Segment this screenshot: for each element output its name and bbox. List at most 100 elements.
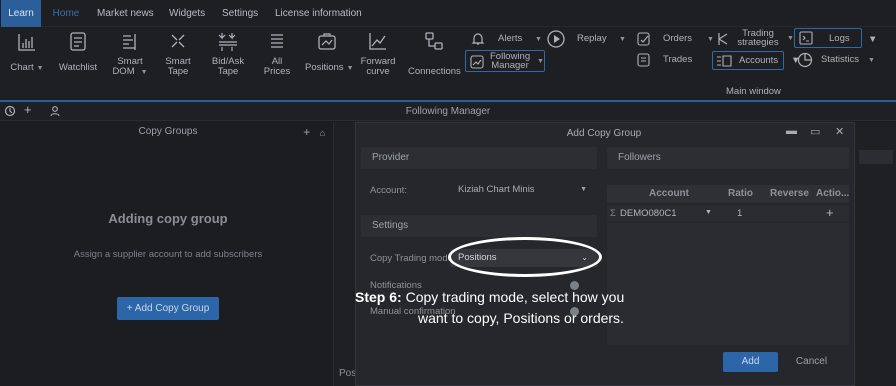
chart-icon — [18, 34, 35, 51]
tape-icon — [171, 34, 185, 48]
following-manager-button[interactable]: Following Manager ▼ — [465, 50, 545, 72]
column-actions[interactable]: Actio... — [816, 188, 849, 199]
panel-splitter[interactable] — [333, 122, 355, 386]
add-copy-group-dialog: Add Copy Group ▬ ▭ ✕ Provider Account: K… — [355, 122, 855, 386]
trades-icon — [637, 53, 650, 67]
list-icon — [271, 34, 283, 48]
connections-icon — [425, 32, 443, 50]
panel-toolbar: + Following Manager — [0, 102, 896, 121]
menu-home[interactable]: Home — [44, 0, 88, 27]
chevron-down-icon: ▼ — [346, 65, 354, 72]
close-icon[interactable]: ✕ — [835, 125, 844, 138]
column-account[interactable]: Account — [649, 188, 689, 199]
trades-button[interactable]: Trades — [636, 52, 706, 70]
smart-dom-button[interactable]: Smart DOM ▼ — [109, 27, 151, 78]
maximize-icon[interactable]: ▭ — [810, 125, 820, 138]
chevron-down-icon: ▼ — [787, 35, 794, 42]
tutorial-annotation: Step 6: Copy trading mode, select how yo… — [355, 287, 624, 329]
bell-icon — [471, 33, 485, 45]
watchlist-label: Watchlist — [58, 62, 98, 73]
accounts-icon — [717, 55, 732, 67]
column-reverse[interactable]: Reverse — [770, 188, 809, 199]
menu-license-information[interactable]: License information — [275, 0, 362, 27]
add-button[interactable]: Add — [723, 352, 778, 372]
connections-label: Connections — [408, 66, 461, 77]
logs-button[interactable]: Logs — [794, 28, 862, 48]
all-prices-button[interactable]: All Prices — [262, 27, 292, 77]
chevron-down-icon: ▼ — [140, 69, 148, 76]
forward-curve-label-2: curve — [366, 66, 390, 77]
main-window-group-label: Main window — [726, 86, 781, 97]
chevron-down-icon[interactable]: ▼ — [868, 35, 877, 45]
following-icon — [470, 55, 484, 69]
follower-ratio[interactable]: 1 — [737, 208, 742, 219]
row-handle-icon: Σ — [610, 208, 616, 219]
trades-label: Trades — [663, 54, 693, 65]
orders-label: Orders — [663, 33, 693, 44]
copy-groups-header: Copy Groups — [138, 126, 198, 137]
accounts-label: Accounts — [739, 55, 779, 66]
logs-icon — [799, 31, 813, 45]
chevron-down-icon: ▼ — [619, 36, 626, 43]
smart-dom-label-2: DOM — [112, 66, 135, 77]
chevron-down-icon: ▼ — [36, 65, 44, 72]
pin-icon[interactable]: ⌂ — [320, 128, 325, 138]
positions-label: Positions — [305, 62, 344, 73]
minimize-icon[interactable]: ▬ — [786, 125, 797, 137]
accounts-button[interactable]: Accounts — [712, 51, 784, 70]
cancel-button[interactable]: Cancel — [784, 352, 839, 372]
all-prices-label-2: Prices — [263, 66, 291, 77]
bid-ask-tape-button[interactable]: Bid/Ask Tape — [208, 27, 248, 77]
account-select[interactable]: Kiziah Chart Minis ▼ — [453, 182, 593, 198]
add-follower-icon[interactable]: + — [826, 205, 834, 220]
chart-label: Chart — [10, 62, 34, 73]
orders-button[interactable]: Orders ▼ — [636, 31, 718, 49]
chevron-down-icon[interactable]: ▼ — [705, 209, 712, 216]
followers-table-header: Account Ratio Reverse Actio... — [607, 185, 849, 203]
bid-ask-label-2: Tape — [217, 66, 239, 77]
trading-strategies-label-2: strategies — [737, 37, 779, 48]
dom-icon — [123, 34, 136, 50]
column-ratio[interactable]: Ratio — [728, 188, 753, 199]
highlight-oval — [448, 237, 602, 277]
watchlist-button[interactable]: Watchlist — [58, 27, 98, 73]
table-row: Σ DEMO080C1 ▼ 1 + — [607, 205, 849, 221]
settings-header: Settings — [361, 215, 597, 237]
add-copy-group-button[interactable]: + Add Copy Group — [117, 297, 219, 320]
forward-curve-button[interactable]: Forward curve — [360, 27, 396, 77]
statistics-label: Statistics — [821, 54, 860, 65]
step-text-line-2: want to copy, Positions or orders. — [418, 310, 624, 326]
menu-settings[interactable]: Settings — [222, 0, 258, 27]
chevron-down-icon: ▼ — [580, 186, 587, 193]
menu-market-news[interactable]: Market news — [97, 0, 154, 27]
copy-groups-panel: Copy Groups + ⌂ Adding copy group Assign… — [3, 122, 333, 386]
alerts-label: Alerts — [498, 33, 523, 44]
followers-header: Followers — [607, 147, 849, 169]
trading-strategies-button[interactable]: Trading strategies ▼ — [716, 28, 794, 50]
briefcase-icon — [318, 33, 336, 50]
replay-button[interactable]: Replay ▼ — [546, 29, 626, 49]
chevron-down-icon: ▼ — [868, 57, 875, 64]
chevron-down-icon: ▼ — [537, 58, 544, 65]
step-number: Step 6: — [355, 289, 402, 305]
panel-title: Following Manager — [405, 106, 491, 117]
positions-button[interactable]: Positions ▼ — [305, 27, 354, 74]
menu-learn[interactable]: Learn — [1, 0, 41, 27]
orders-icon — [637, 32, 650, 46]
statistics-button[interactable]: Statistics ▼ — [797, 52, 877, 70]
copy-groups-tools: + ⌂ — [303, 125, 325, 139]
alerts-button[interactable]: Alerts ▼ — [468, 31, 544, 49]
follower-account[interactable]: DEMO080C1 — [620, 208, 677, 219]
connections-button[interactable]: Connections — [408, 27, 461, 77]
replay-label: Replay — [577, 33, 607, 44]
add-group-icon[interactable]: + — [303, 125, 310, 139]
account-label: Account: — [370, 185, 407, 196]
chevron-down-icon: ▼ — [535, 36, 542, 43]
smart-tape-button[interactable]: Smart Tape — [162, 27, 194, 77]
strategies-icon — [718, 33, 728, 45]
ribbon: Chart ▼ Watchlist Smart DOM ▼ Smart Tape B… — [0, 27, 896, 100]
following-manager-label-2: Manager — [491, 60, 529, 71]
provider-header: Provider — [361, 147, 597, 169]
chart-button[interactable]: Chart ▼ — [10, 27, 44, 74]
menu-widgets[interactable]: Widgets — [169, 0, 205, 27]
